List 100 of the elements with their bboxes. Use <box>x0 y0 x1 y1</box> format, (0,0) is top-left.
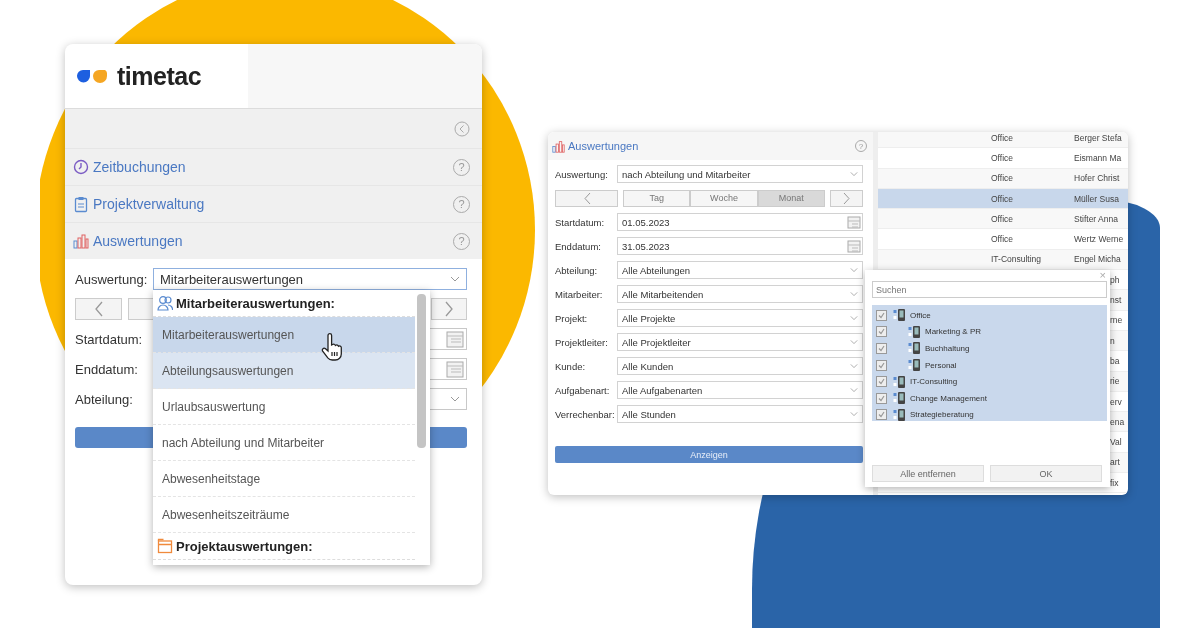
folder-icon <box>157 538 173 554</box>
field-label: Enddatum: <box>555 240 602 252</box>
select-field[interactable]: Alle Mitarbeitenden <box>617 285 863 303</box>
dropdown-option[interactable]: Abteilungsauswertungen <box>153 353 415 389</box>
field-label: Startdatum: <box>75 331 144 347</box>
logo-icon <box>75 68 109 84</box>
select-field[interactable]: Mitarbeiterauswertungen <box>153 268 467 290</box>
table-row[interactable]: Office Müller Susa <box>878 188 1128 210</box>
dialog-button[interactable]: OK <box>990 465 1102 482</box>
checkbox[interactable] <box>876 343 887 354</box>
table-cell: Eismann Ma <box>1074 152 1122 163</box>
period-tab[interactable]: Tag <box>623 189 691 207</box>
calendar-icon[interactable] <box>847 239 861 253</box>
tree-item[interactable]: IT-Consulting <box>910 377 958 387</box>
clock-icon <box>73 159 89 175</box>
tree-item[interactable]: Buchhaltung <box>925 344 970 353</box>
previous-button[interactable] <box>555 189 618 207</box>
dropdown-option[interactable]: nach Abteilung und Mitarbeiter <box>153 425 415 461</box>
check-icon <box>878 411 885 419</box>
next-button[interactable] <box>431 298 467 320</box>
device-icon <box>893 407 907 422</box>
nav-link[interactable]: Zeitbuchungen <box>93 159 453 175</box>
select-field[interactable]: Alle Kunden <box>617 357 863 375</box>
table-row[interactable]: Office Eismann Ma <box>878 148 1128 169</box>
tree-item[interactable]: Strategieberatung <box>910 410 974 420</box>
table-cell: rie <box>1110 376 1120 387</box>
chevron-down-icon <box>850 171 858 177</box>
field-label: Enddatum: <box>75 361 139 377</box>
table-cell-text: Office <box>991 213 1015 224</box>
table-row[interactable]: IT-Consulting Engel Micha <box>878 249 1128 271</box>
chevron-down-icon <box>850 387 858 393</box>
period-tab[interactable]: Woche <box>690 189 758 207</box>
dropdown-option[interactable]: Abwesenheitstage <box>153 461 415 497</box>
table-row[interactable]: Office Stifter Anna <box>878 209 1128 230</box>
table-cell: fix <box>1110 477 1119 488</box>
table-cell-text: Office <box>991 234 1015 245</box>
collapse-icon[interactable] <box>454 120 470 137</box>
check-icon <box>878 311 885 319</box>
search-field[interactable]: Suchen <box>872 281 1107 298</box>
select-field[interactable]: Alle Projekte <box>617 309 863 327</box>
chevron-down-icon <box>850 315 858 321</box>
field-label: Mitarbeiter: <box>555 288 604 300</box>
scrollbar[interactable] <box>417 294 426 448</box>
date-field[interactable]: 01.05.2023 <box>617 213 863 231</box>
dropdown-option[interactable]: Urlaubsauswertung <box>153 389 415 425</box>
previous-button[interactable] <box>75 298 122 320</box>
next-button[interactable] <box>830 189 863 207</box>
table-cell: Berger Stefa <box>1074 132 1122 143</box>
select-field[interactable]: nach Abteilung und Mitarbeiter <box>617 165 863 183</box>
checkbox[interactable] <box>876 359 887 371</box>
table-cell: Stifter Anna <box>1074 213 1118 224</box>
table-cell: n <box>1110 335 1115 346</box>
tree-item[interactable]: Personal <box>925 360 957 370</box>
tree-item[interactable]: Office <box>910 310 931 320</box>
table-cell-text: Office <box>991 152 1015 163</box>
group-heading: Mitarbeiterauswertungen: <box>176 295 335 311</box>
chevron-down-icon <box>850 339 858 345</box>
table-cell: Müller Susa <box>1074 193 1119 204</box>
calendar-icon[interactable] <box>446 360 464 378</box>
group-heading: Projektauswertungen: <box>176 538 313 554</box>
select-field[interactable]: Alle Aufgabenarten <box>617 381 863 399</box>
field-label: Verrechenbar: <box>555 408 616 420</box>
field-label: Abteilung: <box>75 391 134 407</box>
table-row[interactable]: Office Wertz Werne <box>878 229 1128 250</box>
table-row[interactable]: Office Berger Stefa <box>878 132 1128 149</box>
chevron-right-icon <box>842 191 851 205</box>
chevron-left-icon <box>93 301 104 317</box>
checkbox[interactable] <box>876 409 887 421</box>
chevron-down-icon <box>850 411 858 417</box>
checkbox[interactable] <box>876 392 887 404</box>
checkbox[interactable] <box>876 376 887 388</box>
dropdown-option[interactable]: Mitarbeiterauswertungen <box>153 317 415 353</box>
table-cell: erv <box>1110 396 1122 407</box>
table-cell: Engel Micha <box>1074 254 1121 265</box>
calendar-icon[interactable] <box>847 215 861 229</box>
tree-item[interactable]: Change Management <box>910 393 987 403</box>
nav-link[interactable]: Projektverwaltung <box>93 196 453 212</box>
field-label: Projekt: <box>555 312 589 324</box>
dropdown-option[interactable]: Abwesenheitszeiträume <box>153 497 415 533</box>
check-icon <box>878 345 885 352</box>
field-label: Projektleiter: <box>555 336 609 348</box>
checkbox[interactable] <box>876 326 887 338</box>
select-field[interactable]: Alle Abteilungen <box>617 261 863 279</box>
select-field[interactable]: Alle Stunden <box>617 405 863 423</box>
chevron-down-icon <box>850 363 858 369</box>
device-icon <box>908 341 922 356</box>
field-label: Abteilung: <box>555 264 599 276</box>
date-field[interactable]: 31.05.2023 <box>617 237 863 255</box>
checkbox[interactable] <box>876 309 887 321</box>
chevron-down-icon <box>450 276 460 282</box>
calendar-icon[interactable] <box>446 330 464 348</box>
nav-link[interactable]: Auswertungen <box>93 233 453 249</box>
table-row[interactable]: Office Hofer Christ <box>878 168 1128 189</box>
select-field[interactable]: Alle Projektleiter <box>617 333 863 351</box>
device-icon <box>908 358 922 373</box>
dialog-button[interactable]: Alle entfernen <box>872 465 984 482</box>
chevron-left-icon <box>582 191 591 205</box>
tree-item[interactable]: Marketing & PR <box>925 327 982 337</box>
table-cell: Hofer Christ <box>1074 173 1120 184</box>
chevron-down-icon <box>850 267 858 273</box>
